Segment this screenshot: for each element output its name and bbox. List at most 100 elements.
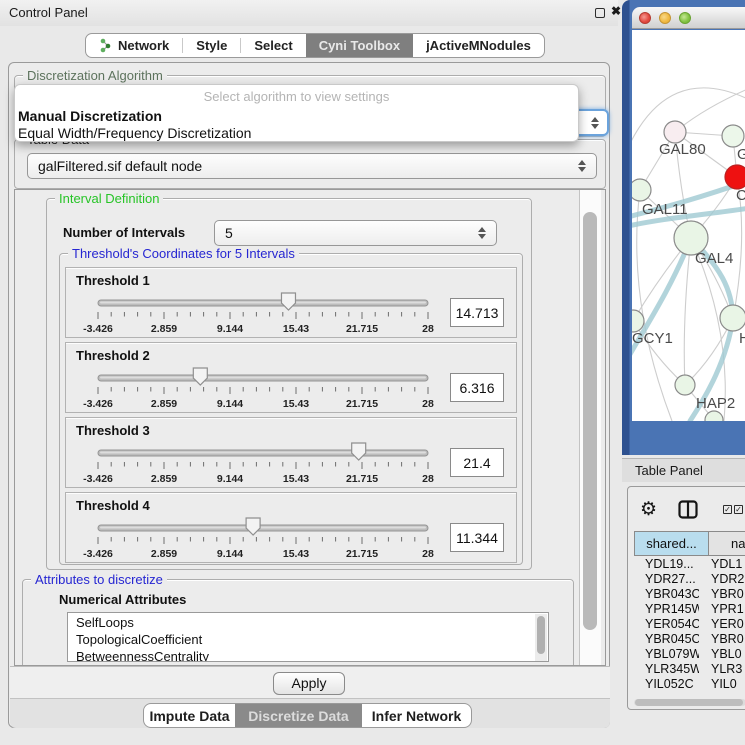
table-data-combo[interactable]: galFiltered.sif default node xyxy=(27,153,597,179)
table-row[interactable]: YBL079WYBL0 xyxy=(634,646,745,661)
column-header-name[interactable]: na xyxy=(709,531,745,556)
zoom-traffic-light-icon[interactable] xyxy=(679,12,691,24)
attribute-list-item[interactable]: BetweennessCentrality xyxy=(68,647,548,662)
svg-text:-3.426: -3.426 xyxy=(83,548,113,560)
table-row[interactable]: YPR145WYPR1 xyxy=(634,601,745,616)
network-node-label: GAL80 xyxy=(659,141,706,158)
scrollbar-thumb[interactable] xyxy=(537,616,545,654)
svg-text:2.859: 2.859 xyxy=(151,473,177,485)
dropdown-option-manual-discretization[interactable]: Manual Discretization xyxy=(15,107,578,124)
tab-select[interactable]: Select xyxy=(241,34,305,57)
svg-text:21.715: 21.715 xyxy=(346,323,378,335)
table-row[interactable]: YDR27...YDR2 xyxy=(634,571,745,586)
close-traffic-light-icon[interactable] xyxy=(639,12,651,24)
tab-style[interactable]: Style xyxy=(183,34,240,57)
cell-name: YBR0 xyxy=(699,632,745,646)
cell-name: YBR0 xyxy=(699,587,745,601)
tab-style-label: Style xyxy=(196,38,227,53)
threshold-label: Threshold 2 xyxy=(76,348,150,363)
scrollbar-thumb[interactable] xyxy=(635,699,743,706)
tab-select-label: Select xyxy=(254,38,292,53)
svg-text:28: 28 xyxy=(422,323,434,335)
checkbox-icon: ✓ xyxy=(734,505,743,514)
float-window-icon[interactable] xyxy=(595,8,605,18)
svg-text:21.715: 21.715 xyxy=(346,473,378,485)
threshold-slider-svg: -3.4262.8599.14415.4321.71528 xyxy=(78,440,450,490)
cyni-toolbox-panel: Discretization Algorithm Select algorith… xyxy=(8,62,610,728)
threshold-value-field[interactable]: 6.316 xyxy=(450,373,504,402)
network-canvas[interactable]: GAL80GCGAL11GAL4GCY1HHAP2 xyxy=(632,30,745,421)
network-window-titlebar xyxy=(632,7,745,29)
tab-jactivemnodules[interactable]: jActiveMNodules xyxy=(413,34,544,57)
tab-network[interactable]: Network xyxy=(86,34,182,57)
algorithm-dropdown-popup: Select algorithm to view settings Manual… xyxy=(14,84,579,142)
table-panel-toolbar: ⚙ ✓ ✓ xyxy=(628,497,745,525)
spinner-arrows-icon xyxy=(478,227,486,239)
threshold-value-field[interactable]: 14.713 xyxy=(450,298,504,327)
table-row[interactable]: YDL19...YDL1 xyxy=(634,556,745,571)
split-column-icon[interactable] xyxy=(678,500,698,524)
threshold-panel: Threshold 1-3.4262.8599.14415.4321.71528… xyxy=(65,267,517,338)
cell-shared-name: YDL19... xyxy=(634,557,699,571)
apply-row: Apply xyxy=(10,666,610,698)
threshold-value-field[interactable]: 11.344 xyxy=(450,523,504,552)
table-row[interactable]: YLR345WYLR3 xyxy=(634,661,745,676)
network-view-window: GAL80GCGAL11GAL4GCY1HHAP2 xyxy=(622,0,745,455)
network-node-label: C xyxy=(736,187,745,204)
numerical-attributes-list[interactable]: SelfLoopsTopologicalCoefficientBetweenne… xyxy=(67,612,549,662)
svg-text:21.715: 21.715 xyxy=(346,398,378,410)
svg-text:9.144: 9.144 xyxy=(217,548,243,560)
attributes-group-title: Attributes to discretize xyxy=(31,572,167,587)
threshold-slider[interactable]: -3.4262.8599.14415.4321.71528 xyxy=(78,290,450,340)
network-graph-svg: GAL80GCGAL11GAL4GCY1HHAP2 xyxy=(632,30,745,421)
thresholds-group-title: Threshold's Coordinates for 5 Intervals xyxy=(68,246,299,261)
minimize-traffic-light-icon[interactable] xyxy=(659,12,671,24)
tab-impute-data[interactable]: Impute Data xyxy=(144,704,235,727)
network-node xyxy=(632,179,651,201)
settings-vertical-scrollbar[interactable] xyxy=(579,190,601,666)
network-node xyxy=(720,305,745,331)
numerical-attributes-label: Numerical Attributes xyxy=(59,592,186,607)
column-header-shared-name[interactable]: shared... xyxy=(634,531,709,556)
svg-text:21.715: 21.715 xyxy=(346,548,378,560)
interval-definition-title: Interval Definition xyxy=(55,191,163,206)
threshold-slider[interactable]: -3.4262.8599.14415.4321.71528 xyxy=(78,515,450,565)
network-node xyxy=(725,165,745,189)
table-header-row: shared... na xyxy=(634,531,745,556)
threshold-panel: Threshold 4-3.4262.8599.14415.4321.71528… xyxy=(65,492,517,563)
settings-gear-icon[interactable]: ⚙ xyxy=(640,498,657,521)
tab-discretize-data[interactable]: Discretize Data xyxy=(235,704,362,727)
table-horizontal-scrollbar[interactable] xyxy=(634,699,745,706)
cyni-bottom-tabbar: Impute Data Discretize Data Infer Networ… xyxy=(143,703,472,728)
attribute-list-item[interactable]: SelfLoops xyxy=(68,613,548,630)
threshold-slider-svg: -3.4262.8599.14415.4321.71528 xyxy=(78,365,450,415)
svg-text:9.144: 9.144 xyxy=(217,473,243,485)
threshold-panel: Threshold 3-3.4262.8599.14415.4321.71528… xyxy=(65,417,517,488)
tab-cyni-toolbox[interactable]: Cyni Toolbox xyxy=(306,34,413,57)
svg-text:2.859: 2.859 xyxy=(151,548,177,560)
table-row[interactable]: YIL052CYIL0 xyxy=(634,676,745,691)
svg-text:28: 28 xyxy=(422,398,434,410)
apply-button[interactable]: Apply xyxy=(273,672,345,695)
select-columns-checkboxes-icon[interactable]: ✓ ✓ xyxy=(723,505,743,514)
threshold-label: Threshold 3 xyxy=(76,423,150,438)
number-of-intervals-combo[interactable]: 5 xyxy=(214,220,497,246)
control-panel-titlebar: Control Panel ✖ xyxy=(0,0,618,26)
table-row[interactable]: YBR045CYBR0 xyxy=(634,631,745,646)
cell-name: YBL0 xyxy=(699,647,745,661)
number-of-intervals-label: Number of Intervals xyxy=(63,225,185,240)
table-row[interactable]: YER054CYER0 xyxy=(634,616,745,631)
threshold-slider[interactable]: -3.4262.8599.14415.4321.71528 xyxy=(78,440,450,490)
svg-text:2.859: 2.859 xyxy=(151,398,177,410)
threshold-value-field[interactable]: 21.4 xyxy=(450,448,504,477)
dropdown-option-equal-width-frequency[interactable]: Equal Width/Frequency Discretization xyxy=(15,124,578,141)
scrollbar-thumb[interactable] xyxy=(583,212,597,630)
table-data-group: Table Data galFiltered.sif default node xyxy=(14,139,606,189)
attributes-list-scrollbar[interactable] xyxy=(535,614,547,662)
cell-name: YDR2 xyxy=(699,572,745,586)
table-row[interactable]: YBR043CYBR0 xyxy=(634,586,745,601)
threshold-slider[interactable]: -3.4262.8599.14415.4321.71528 xyxy=(78,365,450,415)
close-icon[interactable]: ✖ xyxy=(611,4,621,18)
tab-infer-network[interactable]: Infer Network xyxy=(362,704,471,727)
attribute-list-item[interactable]: TopologicalCoefficient xyxy=(68,630,548,647)
